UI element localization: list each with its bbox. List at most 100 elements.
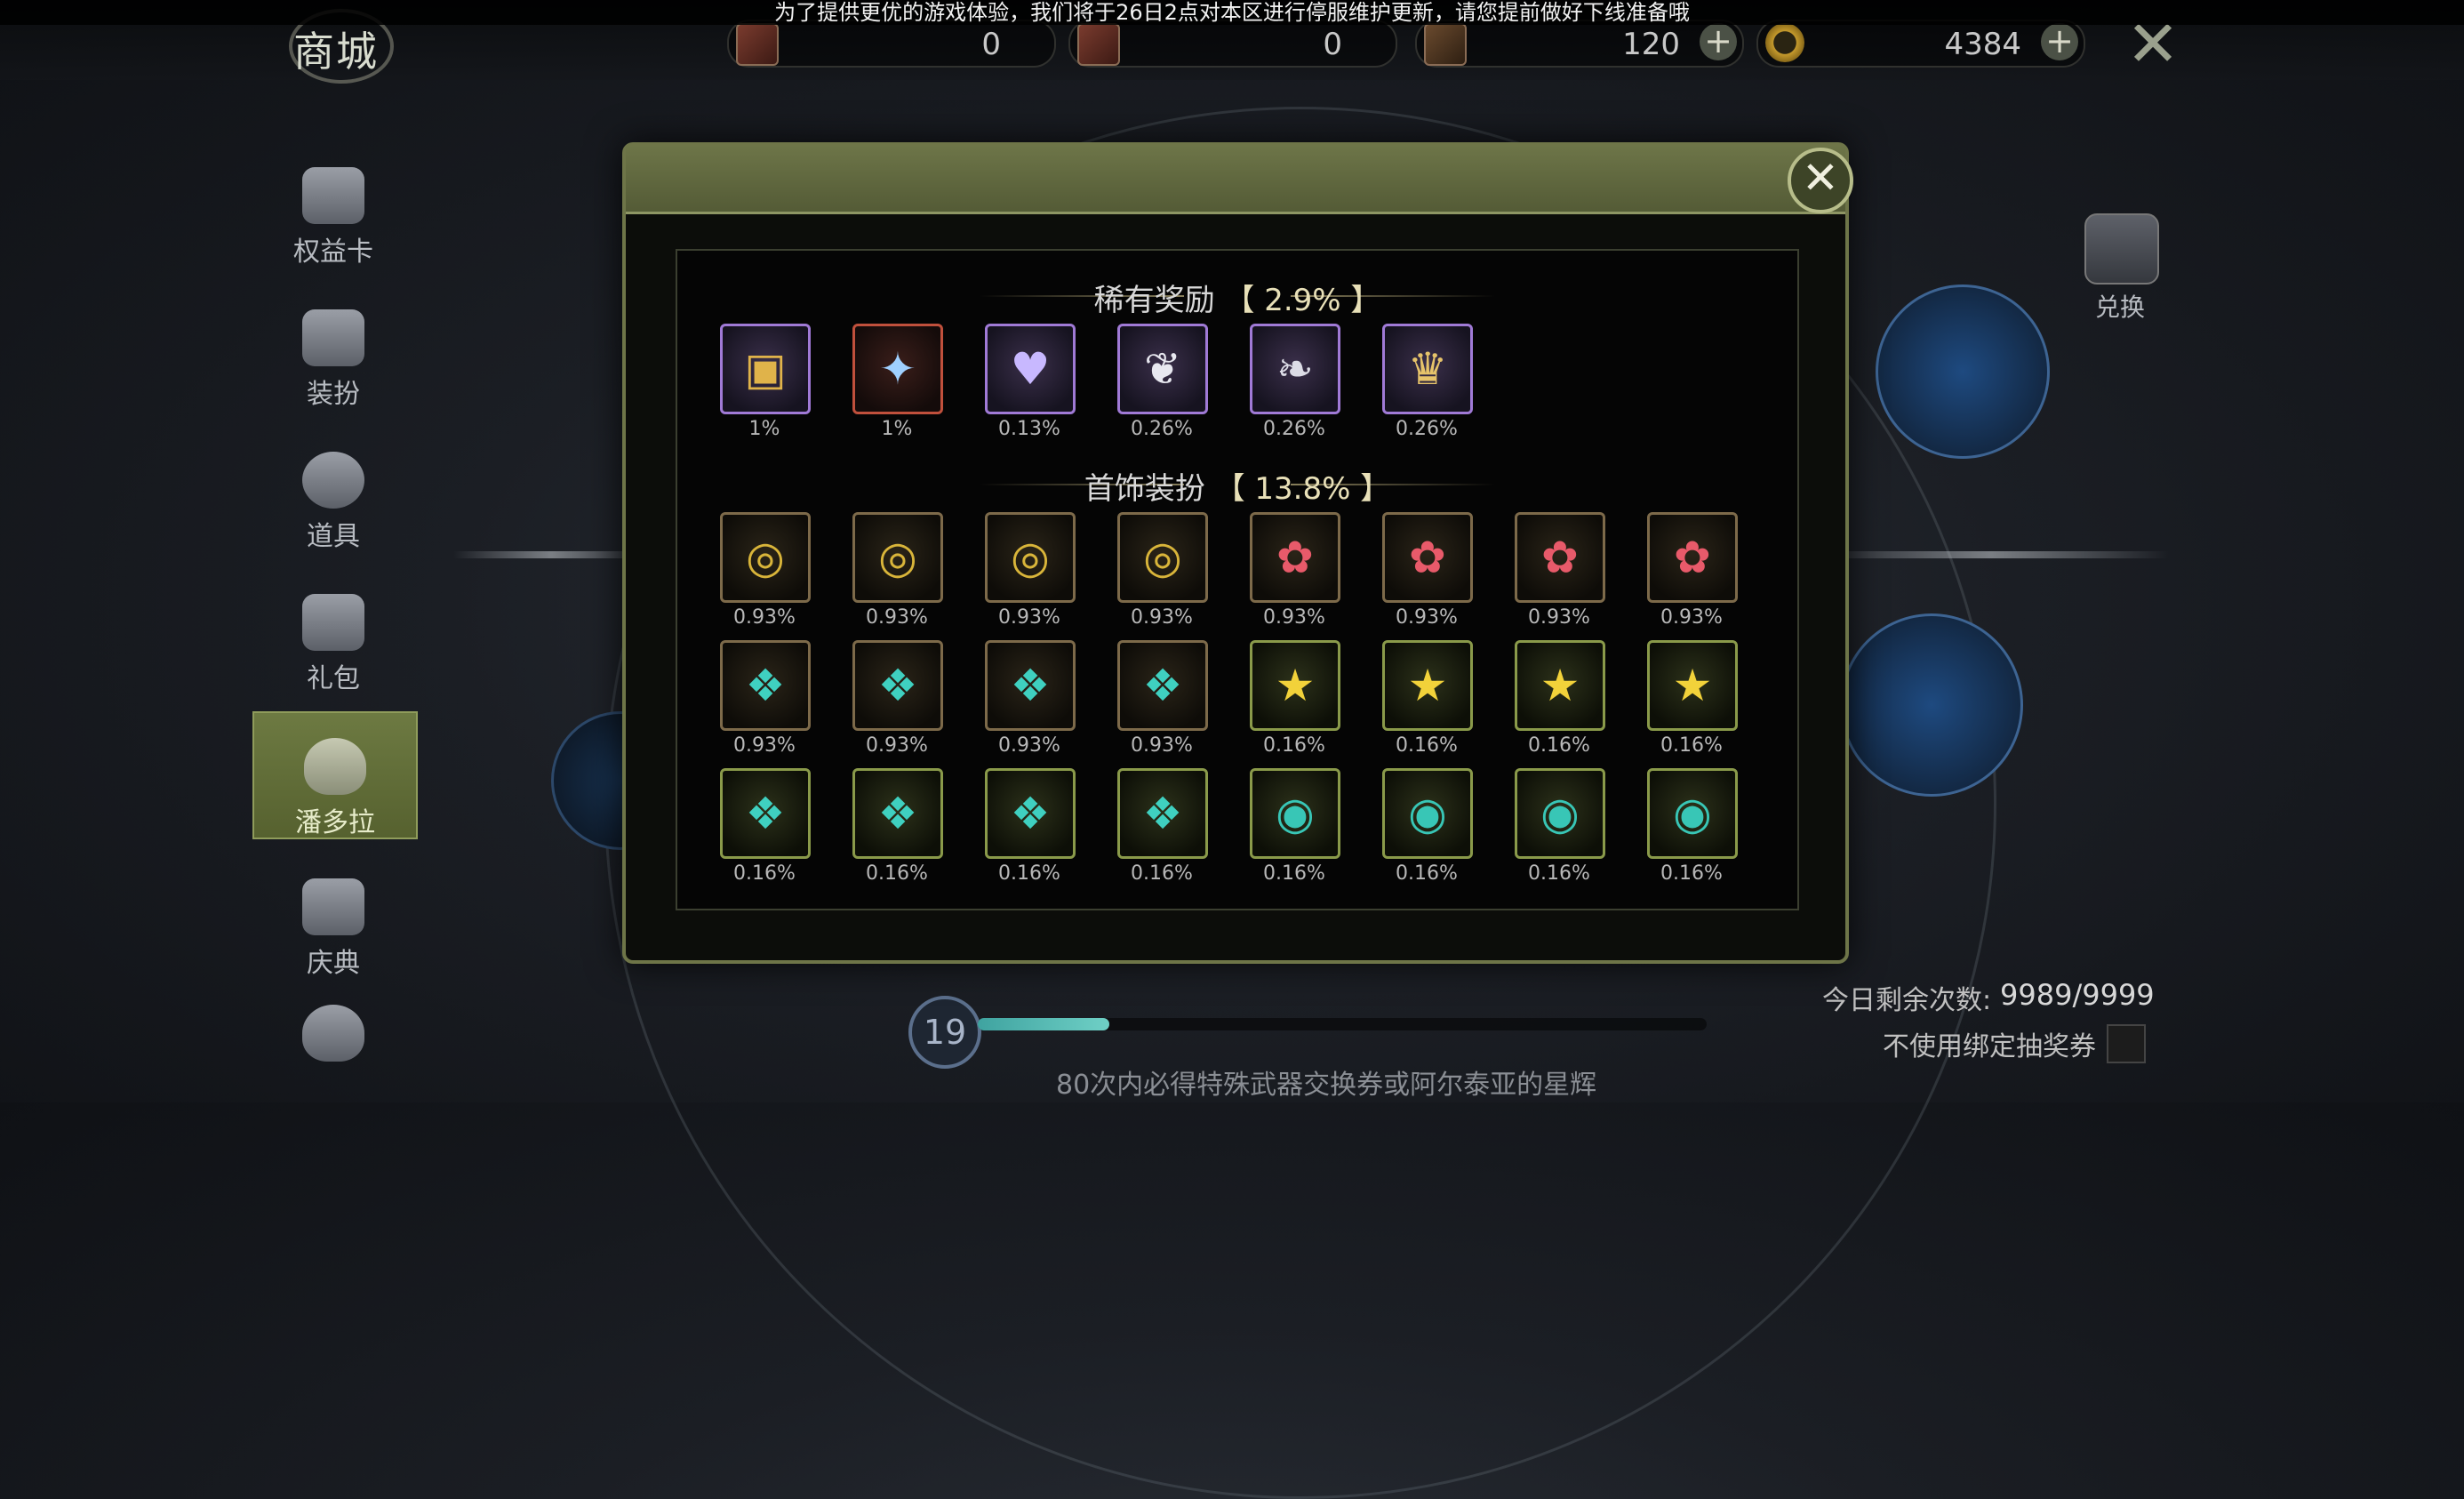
reward-item-probability: 0.13%: [998, 418, 1060, 440]
sidebar-item-pandora[interactable]: 潘多拉: [252, 711, 418, 839]
reward-item-probability: 0.16%: [1131, 862, 1193, 885]
reward-list[interactable]: 稀有奖励 【 2.9% 】 ▣ 1% ✦ 1% ♥ 0.13% ❦ 0.26% ❧ 0.26% ♛ 0…: [676, 249, 1799, 910]
reward-item-probability: 0.93%: [733, 606, 796, 629]
reward-item[interactable]: ✿ 0.93%: [1250, 512, 1340, 629]
reward-item-probability: 0.26%: [1396, 418, 1458, 440]
currency-value: 0: [1323, 27, 1342, 62]
reward-item[interactable]: ★ 0.16%: [1647, 640, 1738, 757]
reward-item-slot: ▣: [720, 324, 811, 414]
pandora-heart-icon: [304, 738, 366, 795]
reward-item[interactable]: ▣ 1%: [720, 324, 811, 440]
gold-ring-icon: ◎: [878, 532, 917, 583]
reward-item[interactable]: ◎ 0.93%: [852, 512, 943, 629]
reward-item[interactable]: ❖ 0.16%: [985, 768, 1076, 885]
backdrop-orb-sword: [1840, 613, 2023, 797]
currency-bronze-card: 120 +: [1415, 20, 1744, 68]
gem-ring-icon: ◉: [1673, 788, 1712, 839]
sidebar-item-props[interactable]: 道具: [252, 427, 414, 552]
reward-item[interactable]: ❖ 0.93%: [985, 640, 1076, 757]
reward-item[interactable]: ❖ 0.93%: [852, 640, 943, 757]
reward-item[interactable]: ◎ 0.93%: [985, 512, 1076, 629]
reward-item-slot: ◉: [1250, 768, 1340, 859]
feather-tassel-icon: ❧: [1276, 343, 1314, 395]
accessory-section-title: 首饰装扮 【 13.8% 】: [677, 464, 1797, 508]
red-flower-icon: ✿: [1409, 532, 1446, 583]
reward-item[interactable]: ◎ 0.93%: [720, 512, 811, 629]
reward-item[interactable]: ◉ 0.16%: [1647, 768, 1738, 885]
reward-item-slot: ✿: [1250, 512, 1340, 603]
add-bronze-card-button[interactable]: +: [1700, 23, 1737, 60]
reward-item[interactable]: ★ 0.16%: [1382, 640, 1473, 757]
heart-orb-icon: ♥: [1010, 343, 1051, 395]
gem-charm-icon: ❖: [1010, 660, 1051, 711]
gift-icon: [302, 594, 364, 651]
sidebar-item-label: 礼包: [307, 663, 360, 694]
modal-close-button[interactable]: ✕: [1788, 148, 1853, 213]
no-bind-label: 不使用绑定抽奖券: [1883, 1031, 2096, 1062]
reward-item-slot: ❖: [852, 768, 943, 859]
accessory-section-percent: 【 13.8% 】: [1214, 471, 1391, 507]
reward-item-probability: 0.93%: [1131, 606, 1193, 629]
red-flower-icon: ✿: [1674, 532, 1711, 583]
reward-item-slot: ❖: [1117, 768, 1208, 859]
sidebar-item-gift[interactable]: 礼包: [252, 569, 414, 694]
reward-item-probability: 0.16%: [1263, 734, 1325, 757]
shop-title: 商城: [293, 28, 379, 76]
reward-item[interactable]: ◉ 0.16%: [1515, 768, 1605, 885]
probability-modal: ✕ 稀有奖励 【 2.9% 】 ▣ 1% ✦ 1% ♥ 0.13% ❦ 0.26% ❧ 0.26%…: [622, 142, 1853, 964]
reward-item[interactable]: ❖ 0.16%: [852, 768, 943, 885]
golden-crown-icon: ♛: [1407, 343, 1448, 395]
currency-value: 0: [981, 27, 1001, 62]
reward-item-probability: 0.93%: [998, 606, 1060, 629]
reward-item[interactable]: ◉ 0.16%: [1250, 768, 1340, 885]
reward-item[interactable]: ❧ 0.26%: [1250, 324, 1340, 440]
exchange-button[interactable]: 兑换: [2084, 213, 2159, 324]
reward-item-slot: ◎: [985, 512, 1076, 603]
reward-item[interactable]: ♥ 0.13%: [985, 324, 1076, 440]
rare-section-percent: 【 2.9% 】: [1224, 283, 1381, 318]
rare-section-label: 稀有奖励: [1093, 283, 1215, 318]
potion-icon: [302, 452, 364, 509]
reward-item-probability: 0.16%: [1528, 862, 1590, 885]
no-bind-checkbox[interactable]: [2107, 1024, 2146, 1063]
remaining-value: 9989/9999: [2000, 978, 2155, 1012]
reward-item[interactable]: ★ 0.16%: [1515, 640, 1605, 757]
reward-item[interactable]: ✿ 0.93%: [1515, 512, 1605, 629]
coin-ring-icon: [1765, 23, 1804, 62]
reward-item-slot: ❖: [1117, 640, 1208, 731]
reward-item[interactable]: ❖ 0.93%: [720, 640, 811, 757]
reward-item-probability: 0.16%: [998, 862, 1060, 885]
reward-item[interactable]: ❖ 0.93%: [1117, 640, 1208, 757]
reward-item[interactable]: ❖ 0.16%: [720, 768, 811, 885]
star-earrings-icon: ★: [1275, 660, 1316, 711]
reward-item-probability: 0.16%: [1396, 862, 1458, 885]
reward-item[interactable]: ✿ 0.93%: [1647, 512, 1738, 629]
backdrop-blade-right: [1813, 551, 2169, 558]
reward-item[interactable]: ◎ 0.93%: [1117, 512, 1208, 629]
gem-charm-icon: ❖: [1010, 788, 1051, 839]
sidebar-item-bag[interactable]: [252, 987, 414, 1076]
sidebar-item-celebration[interactable]: 庆典: [252, 854, 414, 979]
gem-ring-icon: ◉: [1540, 788, 1580, 839]
reward-item[interactable]: ◉ 0.16%: [1382, 768, 1473, 885]
reward-item[interactable]: ❦ 0.26%: [1117, 324, 1208, 440]
star-earrings-icon: ★: [1540, 660, 1580, 711]
sidebar-item-outfit[interactable]: 装扮: [252, 285, 414, 410]
reward-item-probability: 0.16%: [1528, 734, 1590, 757]
sidebar-item-label: 权益卡: [293, 236, 373, 268]
red-card-icon: [736, 23, 779, 66]
reward-item[interactable]: ♛ 0.26%: [1382, 324, 1473, 440]
reward-item[interactable]: ❖ 0.16%: [1117, 768, 1208, 885]
gold-ring-icon: ◎: [746, 532, 785, 583]
outfit-icon: [302, 309, 364, 366]
sidebar-item-benefit-card[interactable]: 权益卡: [252, 142, 414, 268]
currency-red-card-plus: 0: [1068, 20, 1397, 68]
add-coin-button[interactable]: +: [2041, 23, 2078, 60]
reward-item[interactable]: ★ 0.16%: [1250, 640, 1340, 757]
reward-item[interactable]: ✦ 1%: [852, 324, 943, 440]
gem-ring-icon: ◉: [1408, 788, 1447, 839]
gem-charm-icon: ❖: [1142, 660, 1183, 711]
reward-item[interactable]: ✿ 0.93%: [1382, 512, 1473, 629]
reward-item-probability: 0.93%: [1263, 606, 1325, 629]
reward-item-slot: ❦: [1117, 324, 1208, 414]
